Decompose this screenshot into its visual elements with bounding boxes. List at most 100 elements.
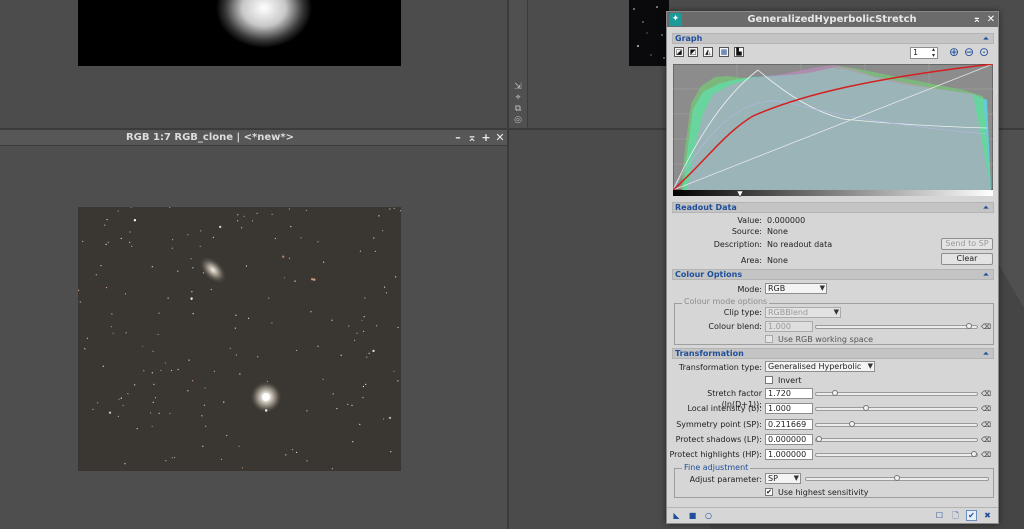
colour-blend-knob[interactable] bbox=[966, 323, 972, 329]
colour-blend-field[interactable]: 1.000 bbox=[765, 321, 813, 332]
dialog-title-bar[interactable]: ✦ GeneralizedHyperbolicStretch ⌅ ✕ bbox=[667, 12, 998, 27]
histogram-icon[interactable]: ▙ bbox=[734, 47, 744, 57]
graph-mode-icon-3[interactable]: ◭ bbox=[703, 47, 713, 57]
param-slider-knob[interactable] bbox=[971, 451, 977, 457]
galaxy-starfield-image bbox=[78, 207, 401, 470]
readout-area: None bbox=[767, 256, 788, 265]
param-slider[interactable] bbox=[815, 405, 978, 411]
reset-icon[interactable]: ⌫ bbox=[981, 436, 991, 444]
value-label: Value: bbox=[737, 216, 762, 225]
close-button[interactable]: ✕ bbox=[494, 131, 506, 145]
mode-select[interactable]: RGB ▼ bbox=[765, 283, 827, 294]
zoom-in-icon[interactable]: ⊕ bbox=[949, 45, 959, 59]
readout-section-label: Readout Data bbox=[675, 203, 737, 212]
shade-button[interactable]: ⌅ bbox=[466, 131, 478, 145]
param-slider[interactable] bbox=[815, 451, 978, 457]
param-slider-knob[interactable] bbox=[832, 390, 838, 396]
minimize-button[interactable]: – bbox=[452, 131, 464, 145]
real-time-preview-icon[interactable]: ○ bbox=[704, 511, 713, 520]
rgb-working-space-checkbox[interactable] bbox=[765, 335, 773, 343]
clip-type-select[interactable]: RGBBlend ▼ bbox=[765, 307, 841, 318]
clone-window-title: RGB 1:7 RGB_clone | <*new*> bbox=[125, 132, 295, 143]
param-slider[interactable] bbox=[815, 436, 978, 442]
colour-section-header[interactable]: Colour Options ⏶ bbox=[672, 269, 994, 280]
clone-image-view[interactable] bbox=[78, 207, 401, 471]
highest-sensitivity-checkbox[interactable]: ✔ bbox=[765, 488, 773, 496]
collapse-arrow-icon[interactable]: ⏶ bbox=[982, 349, 990, 358]
invert-label: Invert bbox=[778, 376, 802, 385]
reset-icon[interactable]: ⌫ bbox=[981, 405, 991, 413]
fine-adjust-slider[interactable] bbox=[805, 475, 989, 481]
clip-type-label: Clip type: bbox=[723, 308, 762, 317]
param-value-field[interactable]: 0.211669 bbox=[765, 419, 813, 430]
starfield-thumbnail bbox=[633, 6, 665, 59]
stretch-graph[interactable] bbox=[673, 64, 993, 198]
bottom-separator bbox=[667, 507, 998, 508]
transformation-section-header[interactable]: Transformation ⏶ bbox=[672, 348, 994, 359]
grid-icon[interactable]: ▦ bbox=[719, 47, 729, 57]
transformation-type-select[interactable]: Generalised Hyperbolic ▼ bbox=[765, 361, 875, 372]
dialog-close-button[interactable]: ✕ bbox=[985, 12, 997, 27]
readout-section-header[interactable]: Readout Data ⏶ bbox=[672, 202, 994, 213]
param-slider[interactable] bbox=[815, 390, 978, 396]
param-label: Symmetry point (SP): bbox=[676, 420, 762, 429]
transformation-type-label: Transformation type: bbox=[678, 363, 762, 372]
colour-blend-slider[interactable] bbox=[815, 323, 978, 329]
graph-mode-icon-2[interactable]: ◩ bbox=[688, 47, 698, 57]
graph-section-label: Graph bbox=[675, 34, 703, 43]
param-value-field[interactable]: 1.000000 bbox=[765, 449, 813, 460]
param-value-field[interactable]: 0.000000 bbox=[765, 434, 813, 445]
collapse-arrow-icon[interactable]: ⏶ bbox=[982, 34, 990, 43]
side-toolbar-icon-3[interactable]: ⧉ bbox=[513, 104, 523, 114]
reset-icon[interactable]: ⌫ bbox=[981, 323, 991, 331]
transformation-type-value: Generalised Hyperbolic bbox=[768, 362, 862, 371]
dialog-shade-button[interactable]: ⌅ bbox=[971, 12, 983, 27]
adjust-parameter-value: SP bbox=[768, 474, 778, 483]
chevron-down-icon: ▼ bbox=[793, 474, 799, 482]
ghs-process-dialog: ✦ GeneralizedHyperbolicStretch ⌅ ✕ Graph… bbox=[666, 11, 999, 524]
apply-icon[interactable]: ✔ bbox=[966, 510, 977, 521]
dialog-title: GeneralizedHyperbolicStretch bbox=[747, 14, 917, 25]
readout-source: None bbox=[767, 227, 788, 236]
top-right-image-view[interactable] bbox=[629, 0, 669, 66]
send-to-sp-button[interactable]: Send to SP bbox=[941, 238, 993, 250]
invert-checkbox[interactable] bbox=[765, 376, 773, 384]
side-toolbar-icon-4[interactable]: ◎ bbox=[513, 115, 523, 125]
param-slider-knob[interactable] bbox=[816, 436, 822, 442]
highest-sensitivity-label: Use highest sensitivity bbox=[778, 488, 869, 497]
param-value-field[interactable]: 1.000 bbox=[765, 403, 813, 414]
collapse-arrow-icon[interactable]: ⏶ bbox=[982, 270, 990, 279]
adjust-parameter-select[interactable]: SP ▼ bbox=[765, 473, 801, 484]
param-slider-knob[interactable] bbox=[863, 405, 869, 411]
maximize-button[interactable]: + bbox=[480, 131, 492, 145]
collapse-arrow-icon[interactable]: ⏶ bbox=[982, 203, 990, 212]
track-view-icon[interactable]: 🗋 bbox=[951, 511, 960, 520]
graph-mode-icon-1[interactable]: ◪ bbox=[674, 47, 684, 57]
param-label: Local intensity (b): bbox=[687, 404, 762, 413]
description-label: Description: bbox=[713, 240, 762, 249]
clear-button[interactable]: Clear bbox=[941, 253, 993, 265]
side-toolbar-icon-2[interactable]: ⌖ bbox=[513, 93, 523, 103]
fine-adjust-knob[interactable] bbox=[894, 475, 900, 481]
preview-icon[interactable]: ☐ bbox=[935, 511, 944, 520]
colour-blend-label: Colour blend: bbox=[708, 322, 762, 331]
zoom-out-icon[interactable]: ⊖ bbox=[964, 45, 974, 59]
zoom-reset-icon[interactable]: ⊙ bbox=[979, 45, 989, 59]
top-left-image-view[interactable] bbox=[78, 0, 401, 66]
galaxy-glow-image bbox=[216, 0, 312, 48]
chevron-down-icon: ▼ bbox=[819, 284, 825, 292]
side-toolbar-icon-1[interactable]: ⇲ bbox=[513, 82, 523, 92]
param-value-field[interactable]: 1.720 bbox=[765, 388, 813, 399]
reset-icon[interactable]: ⌫ bbox=[981, 390, 991, 398]
rgb-working-space-label: Use RGB working space bbox=[778, 335, 874, 344]
reset-icon[interactable]: ⌫ bbox=[981, 451, 991, 459]
reset-icon[interactable]: ⌫ bbox=[981, 421, 991, 429]
zoom-spin-icon[interactable]: ▴ ▾ bbox=[932, 47, 935, 59]
new-instance-icon[interactable]: ◣ bbox=[672, 511, 681, 520]
transformation-section-label: Transformation bbox=[675, 349, 744, 358]
reset-process-icon[interactable]: ✖ bbox=[983, 511, 992, 520]
global-apply-icon[interactable]: ■ bbox=[688, 511, 697, 520]
param-slider[interactable] bbox=[815, 421, 978, 427]
param-slider-knob[interactable] bbox=[849, 421, 855, 427]
graph-section-header[interactable]: Graph ⏶ bbox=[672, 33, 994, 44]
